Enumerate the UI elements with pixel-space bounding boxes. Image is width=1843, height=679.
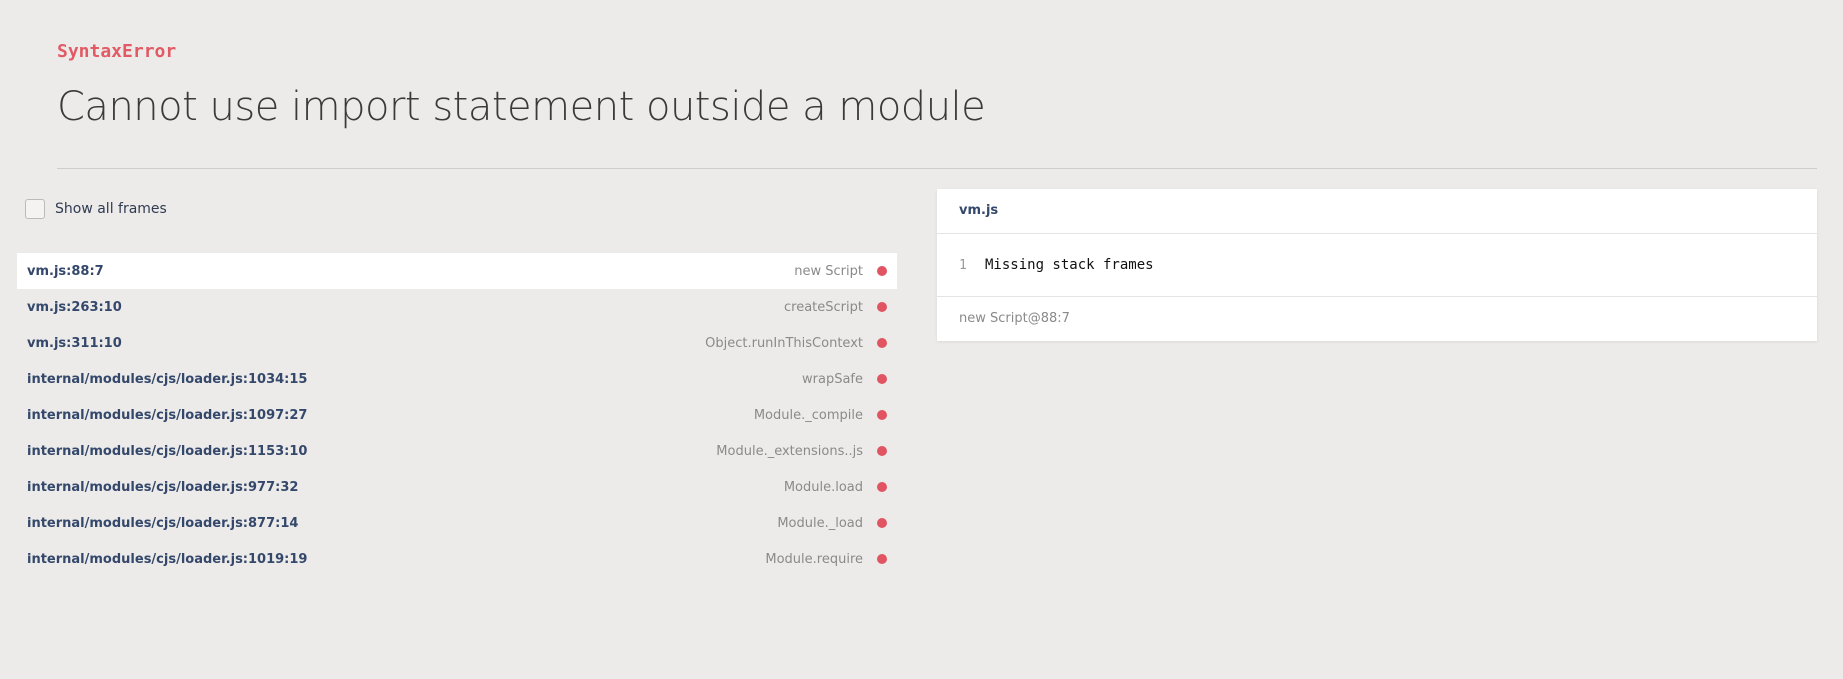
frame-method-name: Module._load xyxy=(777,515,863,531)
frame-file-location: internal/modules/cjs/loader.js:1097:27 xyxy=(27,407,308,423)
frame-method-name: Object.runInThisContext xyxy=(705,335,863,351)
code-line-text: Missing stack frames xyxy=(985,257,1154,273)
frame-method-name: Module._compile xyxy=(753,407,863,423)
stack-frame-row[interactable]: internal/modules/cjs/loader.js:1153:10 M… xyxy=(17,433,897,469)
frame-method-name: Module.require xyxy=(765,551,863,567)
stack-frame-row[interactable]: internal/modules/cjs/loader.js:977:32 Mo… xyxy=(17,469,897,505)
frame-marker-icon xyxy=(877,302,887,312)
error-header: SyntaxError Cannot use import statement … xyxy=(57,40,1817,131)
frame-file-location: internal/modules/cjs/loader.js:1034:15 xyxy=(27,371,308,387)
frame-file-location: vm.js:88:7 xyxy=(27,263,104,279)
error-type: SyntaxError xyxy=(57,41,177,62)
frame-file-location: vm.js:263:10 xyxy=(27,299,122,315)
frame-marker-icon xyxy=(877,266,887,276)
frame-file-location: internal/modules/cjs/loader.js:977:32 xyxy=(27,479,299,495)
code-panel-filename: vm.js xyxy=(937,189,1817,234)
stack-frame-row[interactable]: vm.js:88:7 new Script xyxy=(17,253,897,289)
frame-method-name: createScript xyxy=(784,299,863,315)
code-line: 1 Missing stack frames xyxy=(937,234,1817,297)
stack-frame-list: vm.js:88:7 new Script vm.js:263:10 creat… xyxy=(17,253,897,577)
line-number: 1 xyxy=(959,257,967,273)
frame-marker-icon xyxy=(877,338,887,348)
stack-frame-row[interactable]: vm.js:263:10 createScript xyxy=(17,289,897,325)
frame-marker-icon xyxy=(877,518,887,528)
show-all-frames-checkbox[interactable] xyxy=(25,199,45,219)
frame-method-name: Module._extensions..js xyxy=(716,443,863,459)
frame-marker-icon xyxy=(877,374,887,384)
frame-marker-icon xyxy=(877,446,887,456)
frame-method-name: new Script xyxy=(794,263,863,279)
frame-file-location: internal/modules/cjs/loader.js:1153:10 xyxy=(27,443,308,459)
header-divider xyxy=(57,168,1817,169)
frame-marker-icon xyxy=(877,554,887,564)
stack-frame-row[interactable]: vm.js:311:10 Object.runInThisContext xyxy=(17,325,897,361)
frame-marker-icon xyxy=(877,410,887,420)
frame-marker-icon xyxy=(877,482,887,492)
frame-file-location: internal/modules/cjs/loader.js:877:14 xyxy=(27,515,299,531)
stack-frame-row[interactable]: internal/modules/cjs/loader.js:1034:15 w… xyxy=(17,361,897,397)
stack-frame-row[interactable]: internal/modules/cjs/loader.js:1097:27 M… xyxy=(17,397,897,433)
code-preview-panel: vm.js 1 Missing stack frames new Script@… xyxy=(937,189,1817,341)
show-all-frames-toggle[interactable]: Show all frames xyxy=(25,199,167,219)
error-message: Cannot use import statement outside a mo… xyxy=(57,84,986,130)
frame-file-location: vm.js:311:10 xyxy=(27,335,122,351)
stack-frame-row[interactable]: internal/modules/cjs/loader.js:1019:19 M… xyxy=(17,541,897,577)
frame-method-name: Module.load xyxy=(783,479,863,495)
stack-frame-row[interactable]: internal/modules/cjs/loader.js:877:14 Mo… xyxy=(17,505,897,541)
code-panel-frame-reference: new Script@88:7 xyxy=(959,311,1070,326)
frame-method-name: wrapSafe xyxy=(802,371,863,387)
frame-file-location: internal/modules/cjs/loader.js:1019:19 xyxy=(27,551,308,567)
show-all-frames-label: Show all frames xyxy=(55,201,167,217)
